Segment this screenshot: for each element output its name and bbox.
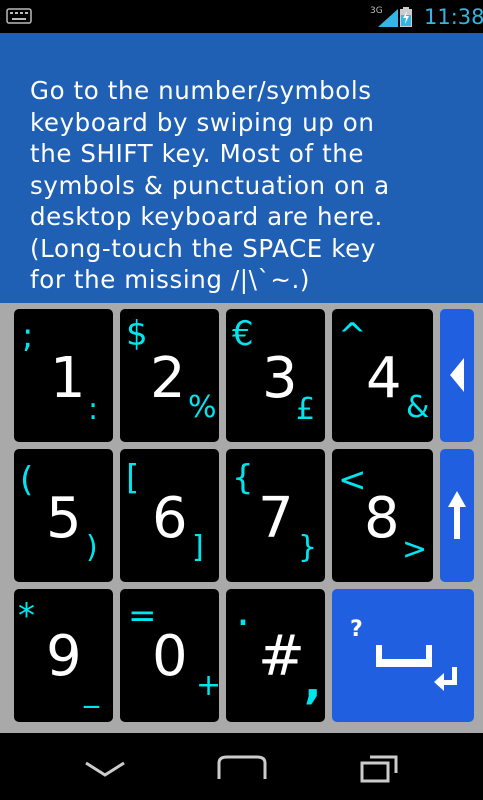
key-upper-symbol: € — [232, 314, 254, 354]
key-main-symbol: 8 — [364, 486, 400, 551]
key-5[interactable]: ( 5 ) — [14, 449, 113, 582]
instruction-line: symbols & punctuation on a — [30, 170, 390, 200]
key-lower-symbol: ) — [86, 530, 98, 565]
instruction-banner: Go to the number/symbols keyboard by swi… — [0, 33, 483, 303]
key-lower-symbol: ] — [192, 530, 204, 565]
keyboard: ; 1 : $ 2 % € 3 £ ^ 4 & ( 5 ) [ 6 ] { 7 … — [0, 303, 483, 733]
key-main-symbol: 7 — [258, 486, 294, 551]
shift-arrow-up-icon — [448, 491, 466, 539]
key-upper-symbol: < — [338, 460, 367, 500]
keyboard-icon — [6, 8, 32, 24]
key-upper-symbol: ( — [20, 460, 34, 500]
key-8[interactable]: < 8 > — [332, 449, 433, 582]
clock: 11:38 — [424, 5, 483, 29]
key-main-symbol: 1 — [50, 346, 86, 411]
key-7[interactable]: { 7 } — [226, 449, 325, 582]
key-main-symbol: 4 — [366, 346, 402, 411]
key-hash[interactable]: . # , — [226, 589, 325, 722]
key-main-symbol: 2 — [150, 346, 186, 411]
instruction-text: Go to the number/symbols keyboard by swi… — [30, 75, 470, 296]
key-6[interactable]: [ 6 ] — [120, 449, 219, 582]
key-4[interactable]: ^ 4 & — [332, 309, 433, 442]
key-upper-symbol: { — [232, 458, 254, 498]
nav-bar — [0, 733, 483, 800]
key-lower-symbol: , — [304, 655, 322, 709]
key-2[interactable]: $ 2 % — [120, 309, 219, 442]
key-upper-symbol: . — [236, 585, 250, 636]
instruction-line: for the missing /|\`~.) — [30, 265, 311, 294]
key-upper-symbol: * — [18, 596, 35, 636]
shift-key[interactable] — [440, 449, 474, 582]
key-main-symbol: # — [258, 624, 305, 689]
key-lower-symbol: % — [188, 390, 217, 425]
key-9[interactable]: * 9 _ — [14, 589, 113, 722]
key-upper-symbol: $ — [126, 314, 148, 354]
key-main-symbol: 9 — [46, 624, 82, 689]
key-lower-symbol: _ — [84, 674, 99, 709]
key-1[interactable]: ; 1 : — [14, 309, 113, 442]
instruction-line: desktop keyboard are here. — [30, 202, 383, 231]
key-upper-symbol: ; — [22, 316, 34, 356]
key-main-symbol: 0 — [152, 624, 188, 689]
key-lower-symbol: > — [402, 532, 428, 567]
instruction-line: Go to the number/symbols — [30, 76, 372, 105]
key-lower-symbol: + — [196, 668, 222, 703]
back-icon[interactable] — [82, 759, 128, 779]
key-upper-symbol: ? — [350, 617, 363, 642]
key-lower-symbol: £ — [296, 392, 316, 427]
key-main-symbol: 3 — [262, 346, 298, 411]
recent-apps-icon[interactable] — [360, 751, 400, 783]
enter-space-key[interactable]: ? — [332, 589, 474, 722]
key-main-symbol: 5 — [46, 486, 82, 551]
key-lower-symbol: : — [88, 392, 99, 427]
backspace-key[interactable] — [440, 309, 474, 442]
key-3[interactable]: € 3 £ — [226, 309, 325, 442]
key-main-symbol: 6 — [152, 486, 188, 551]
key-upper-symbol: [ — [126, 458, 140, 498]
instruction-line: the SHIFT key. Most of the — [30, 139, 365, 168]
key-lower-symbol: } — [298, 530, 318, 565]
key-upper-symbol: ^ — [338, 316, 367, 356]
instruction-line: (Long-touch the SPACE key — [30, 233, 376, 263]
status-bar: 3G 11:38 — [0, 0, 483, 33]
home-icon[interactable] — [213, 753, 271, 781]
backspace-icon — [450, 358, 464, 392]
key-lower-symbol: & — [406, 390, 430, 425]
enter-icon — [434, 667, 457, 691]
key-0[interactable]: = 0 + — [120, 589, 222, 722]
space-icon — [376, 645, 432, 667]
signal-icon — [378, 9, 398, 27]
instruction-line: keyboard by swiping up on — [30, 107, 375, 137]
battery-charging-icon — [400, 7, 412, 27]
